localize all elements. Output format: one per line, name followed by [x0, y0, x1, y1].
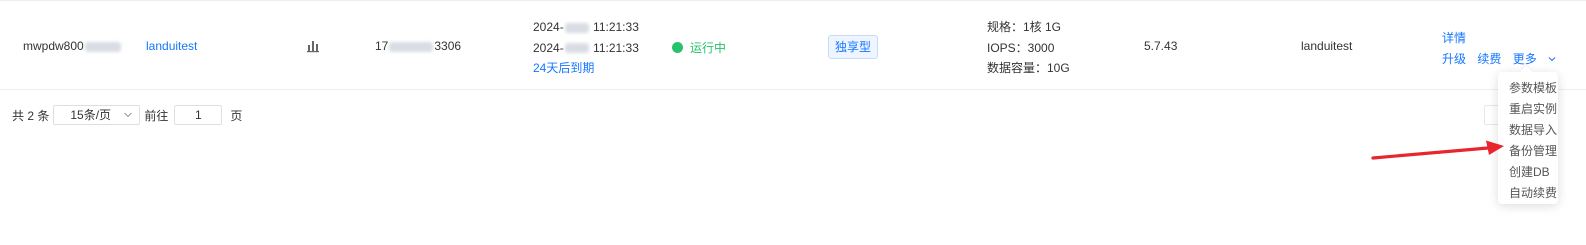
upgrade-link[interactable]: 升级 [1442, 52, 1466, 66]
connection-address: 17 3306 [375, 39, 461, 53]
create-time: 2024- 11:21:33 [533, 17, 639, 38]
spec-text: 规格：1核 1G [987, 20, 1062, 34]
menu-item-data-import[interactable]: 数据导入 [1509, 121, 1557, 138]
goto-label: 前往 [144, 108, 169, 123]
redacted-text [564, 43, 589, 54]
ip-port: 3306 [434, 39, 462, 53]
menu-item-auto-renew[interactable]: 自动续费 [1509, 184, 1557, 201]
expire-clock: 11:21:33 [593, 40, 639, 55]
more-dropdown-button[interactable]: 更多 [1513, 52, 1556, 66]
menu-item-param-template[interactable]: 参数模板 [1509, 79, 1557, 96]
expire-time: 2024- 11:21:33 [533, 38, 639, 59]
redacted-text [84, 41, 121, 52]
capacity-text: 数据容量：10G [987, 61, 1070, 75]
spec-info: 规格：1核 1G IOPS：3000 数据容量：10G [987, 17, 1070, 79]
annotation-arrow-icon [1371, 140, 1504, 160]
more-label: 更多 [1512, 52, 1537, 66]
page-unit-label: 页 [230, 108, 243, 123]
create-clock: 11:21:33 [593, 20, 639, 34]
redacted-text [564, 22, 589, 33]
db-version: 5.7.43 [1144, 39, 1178, 53]
instance-name-text: mwpdw800 [23, 39, 84, 53]
instance-type-tag: 独享型 [828, 35, 879, 59]
menu-item-backup[interactable]: 备份管理 [1509, 142, 1557, 159]
iops-text: IOPS：3000 [987, 40, 1055, 55]
instance-remark-link[interactable]: landuitest [146, 39, 197, 53]
pagination: 共 2 条 15条/页 前往 页 [12, 104, 242, 126]
more-dropdown-menu: 参数模板 重启实例 数据导入 备份管理 创建DB 自动续费 [1498, 65, 1558, 204]
time-info: 2024- 11:21:33 2024- 11:21:33 24天后到期 [533, 17, 639, 79]
total-count: 共 2 条 [12, 108, 50, 123]
create-date: 2024- [533, 20, 564, 34]
page-size-select[interactable]: 15条/页 [53, 105, 141, 125]
pager-prev-button[interactable] [1484, 105, 1498, 125]
redacted-text [389, 41, 434, 52]
expire-date: 2024- [533, 40, 564, 55]
table-row: mwpdw800 landuitest 17 3306 2024- 11:21:3… [0, 1, 1586, 90]
ip-prefix: 17 [375, 39, 389, 53]
expire-note-link[interactable]: 24天后到期 [533, 58, 639, 79]
page-jump-input[interactable] [174, 105, 223, 125]
status-dot-icon [672, 42, 683, 53]
instance-name[interactable]: mwpdw800 [23, 39, 122, 53]
status-text: 运行中 [690, 41, 727, 55]
chevron-down-icon [1548, 57, 1556, 62]
instance-tag: landuitest [1301, 39, 1353, 53]
menu-item-create-db[interactable]: 创建DB [1509, 163, 1550, 180]
bar-chart-icon[interactable] [306, 39, 320, 53]
row-actions: 详情 升级 续费 更多 [1442, 28, 1564, 70]
menu-item-restart[interactable]: 重启实例 [1509, 100, 1557, 117]
detail-link[interactable]: 详情 [1442, 31, 1466, 45]
status-badge: 运行中 [672, 39, 726, 56]
renew-link[interactable]: 续费 [1477, 52, 1501, 66]
page-size-value: 15条/页 [70, 108, 112, 122]
chevron-down-icon [124, 112, 133, 118]
